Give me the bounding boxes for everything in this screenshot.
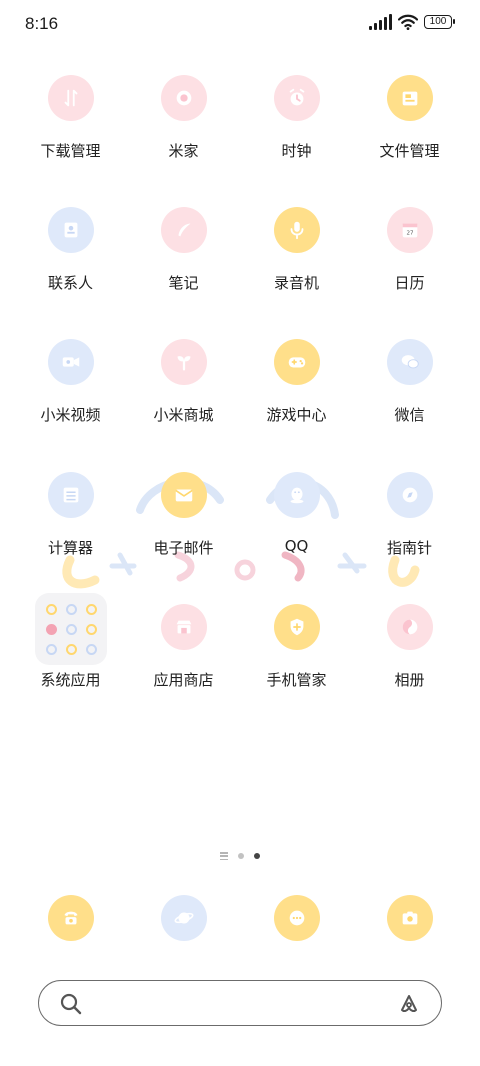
penguin-icon bbox=[274, 472, 320, 518]
app-label: 小米商城 bbox=[153, 406, 214, 424]
status-bar: 8:16 100 bbox=[0, 0, 480, 50]
alarm-clock-icon bbox=[274, 75, 320, 121]
folder-icon[interactable] bbox=[35, 593, 107, 665]
shield-icon bbox=[274, 604, 320, 650]
app-label: 手机管家 bbox=[266, 671, 327, 689]
app-app-store[interactable]: 应用商店 bbox=[127, 604, 240, 714]
envelope-icon bbox=[161, 472, 207, 518]
mijia-icon bbox=[161, 75, 207, 121]
file-manager-icon bbox=[387, 75, 433, 121]
app-label: 录音机 bbox=[273, 274, 319, 292]
search-icon bbox=[60, 993, 82, 1015]
planet-icon[interactable] bbox=[161, 895, 207, 941]
feather-icon bbox=[161, 207, 207, 253]
wifi-icon bbox=[398, 14, 418, 30]
search-bar[interactable] bbox=[38, 980, 442, 1026]
download-arrows-icon bbox=[48, 75, 94, 121]
app-calculator[interactable]: 计算器 bbox=[14, 472, 127, 582]
app-download-manager[interactable]: 下载管理 bbox=[14, 75, 127, 185]
telephone-icon[interactable] bbox=[48, 895, 94, 941]
assistant-icon[interactable] bbox=[397, 992, 421, 1016]
wechat-icon bbox=[387, 339, 433, 385]
app-notes[interactable]: 笔记 bbox=[127, 207, 240, 317]
app-label: 应用商店 bbox=[153, 671, 214, 689]
app-label: 相册 bbox=[394, 671, 425, 689]
calendar-icon: 27 bbox=[387, 207, 433, 253]
app-qq[interactable]: QQ bbox=[240, 472, 353, 582]
app-label: 指南针 bbox=[386, 539, 432, 557]
app-label: 计算器 bbox=[47, 539, 93, 557]
app-calendar[interactable]: 27 日历 bbox=[353, 207, 466, 317]
app-wechat[interactable]: 微信 bbox=[353, 339, 466, 449]
app-mi-video[interactable]: 小米视频 bbox=[14, 339, 127, 449]
app-mi-store[interactable]: 小米商城 bbox=[127, 339, 240, 449]
app-mijia[interactable]: 米家 bbox=[127, 75, 240, 185]
page-indicator[interactable] bbox=[0, 852, 480, 860]
app-label: 小米视频 bbox=[40, 406, 101, 424]
app-label: 电子邮件 bbox=[153, 539, 214, 557]
app-label: 系统应用 bbox=[40, 671, 101, 689]
app-compass[interactable]: 指南针 bbox=[353, 472, 466, 582]
video-camera-icon bbox=[48, 339, 94, 385]
page-dot-active[interactable] bbox=[254, 853, 260, 859]
app-label: 游戏中心 bbox=[266, 406, 327, 424]
status-time: 8:16 bbox=[25, 14, 59, 33]
app-email[interactable]: 电子邮件 bbox=[127, 472, 240, 582]
compass-icon bbox=[387, 472, 433, 518]
app-label: 日历 bbox=[394, 274, 425, 292]
app-file-manager[interactable]: 文件管理 bbox=[353, 75, 466, 185]
chat-bubble-icon[interactable] bbox=[274, 895, 320, 941]
battery-indicator: 100 bbox=[424, 15, 455, 29]
status-icons: 100 bbox=[369, 14, 455, 30]
menu-icon bbox=[220, 852, 228, 860]
gallery-icon bbox=[387, 604, 433, 650]
app-game-center[interactable]: 游戏中心 bbox=[240, 339, 353, 449]
app-label: 笔记 bbox=[168, 274, 199, 292]
app-contacts[interactable]: 联系人 bbox=[14, 207, 127, 317]
app-label: 时钟 bbox=[281, 142, 312, 160]
calendar-date: 27 bbox=[407, 231, 414, 237]
app-gallery[interactable]: 相册 bbox=[353, 604, 466, 714]
app-label: 米家 bbox=[168, 142, 199, 160]
gamepad-icon bbox=[274, 339, 320, 385]
contacts-icon bbox=[48, 207, 94, 253]
app-recorder[interactable]: 录音机 bbox=[240, 207, 353, 317]
page-dot[interactable] bbox=[238, 853, 244, 859]
store-icon bbox=[161, 604, 207, 650]
calculator-icon bbox=[48, 472, 94, 518]
app-label: QQ bbox=[284, 537, 309, 555]
microphone-icon bbox=[274, 207, 320, 253]
app-label: 文件管理 bbox=[379, 142, 440, 160]
sprout-icon bbox=[161, 339, 207, 385]
camera-icon[interactable] bbox=[387, 895, 433, 941]
app-clock[interactable]: 时钟 bbox=[240, 75, 353, 185]
app-label: 微信 bbox=[394, 406, 425, 424]
app-label: 下载管理 bbox=[40, 142, 101, 160]
app-label: 联系人 bbox=[47, 274, 93, 292]
app-security[interactable]: 手机管家 bbox=[240, 604, 353, 714]
signal-icon bbox=[369, 14, 392, 30]
search-input[interactable] bbox=[95, 989, 379, 1019]
